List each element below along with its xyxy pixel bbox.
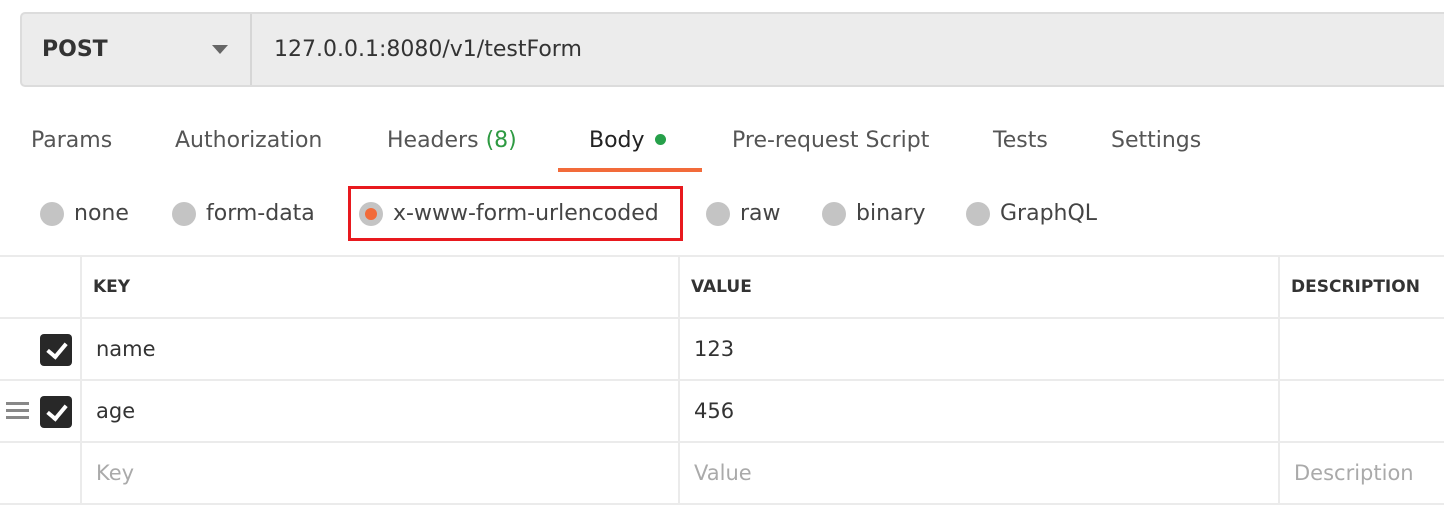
value-cell[interactable]: 456 (678, 379, 1280, 443)
tab-settings[interactable]: Settings (1111, 128, 1201, 176)
radio-label: GraphQL (1000, 201, 1098, 226)
value-cell[interactable]: 123 (678, 317, 1280, 381)
value-input[interactable]: Value (678, 441, 1280, 505)
radio-label: raw (740, 201, 781, 226)
chevron-down-icon (212, 45, 228, 54)
method-label: POST (42, 37, 108, 62)
header-key: KEY (80, 255, 680, 319)
highlight-box (348, 186, 683, 241)
tab-headers[interactable]: Headers (8) (387, 128, 517, 176)
row-controls (0, 379, 82, 443)
method-select[interactable]: POST (22, 14, 252, 85)
table-header-row: KEY VALUE DESCRIPTION (0, 255, 1444, 319)
row-controls (0, 441, 82, 505)
radio-raw[interactable]: raw (706, 201, 781, 226)
active-dot-icon (654, 134, 666, 145)
key-cell[interactable]: age (80, 379, 680, 443)
tab-label: Body (589, 128, 645, 153)
header-control (0, 255, 82, 319)
description-cell[interactable] (1278, 317, 1444, 381)
header-value: VALUE (678, 255, 1280, 319)
radio-label: form-data (206, 201, 315, 226)
row-controls (0, 317, 82, 381)
tab-pre-request-script[interactable]: Pre-request Script (732, 128, 929, 176)
table-row: name 123 (0, 317, 1444, 381)
drag-handle-icon[interactable] (6, 402, 29, 419)
checkbox[interactable] (40, 396, 72, 428)
radio-icon (966, 201, 990, 226)
radio-binary[interactable]: binary (822, 201, 926, 226)
key-cell[interactable]: name (80, 317, 680, 381)
radio-form-data[interactable]: form-data (172, 201, 315, 226)
radio-icon (40, 201, 64, 226)
url-input[interactable]: 127.0.0.1:8080/v1/testForm (252, 14, 582, 85)
params-table: KEY VALUE DESCRIPTION name 123 age 456 K… (0, 255, 1444, 505)
description-input[interactable]: Description (1278, 441, 1444, 505)
tab-authorization[interactable]: Authorization (175, 128, 322, 176)
radio-label: none (74, 201, 129, 226)
radio-icon (822, 201, 846, 226)
checkbox[interactable] (40, 334, 72, 366)
new-row: Key Value Description (0, 441, 1444, 505)
radio-label: binary (856, 201, 926, 226)
request-bar: POST 127.0.0.1:8080/v1/testForm (20, 12, 1444, 87)
tab-params[interactable]: Params (31, 128, 112, 176)
radio-graphql[interactable]: GraphQL (966, 201, 1097, 226)
tab-label: Headers (387, 128, 479, 153)
header-description: DESCRIPTION (1278, 255, 1444, 319)
headers-count: (8) (485, 128, 517, 153)
key-input[interactable]: Key (80, 441, 680, 505)
tab-tests[interactable]: Tests (993, 128, 1048, 176)
table-row: age 456 (0, 379, 1444, 443)
radio-icon (706, 201, 730, 226)
description-cell[interactable] (1278, 379, 1444, 443)
active-tab-underline (558, 168, 702, 172)
radio-none[interactable]: none (40, 201, 129, 226)
radio-icon (172, 201, 196, 226)
